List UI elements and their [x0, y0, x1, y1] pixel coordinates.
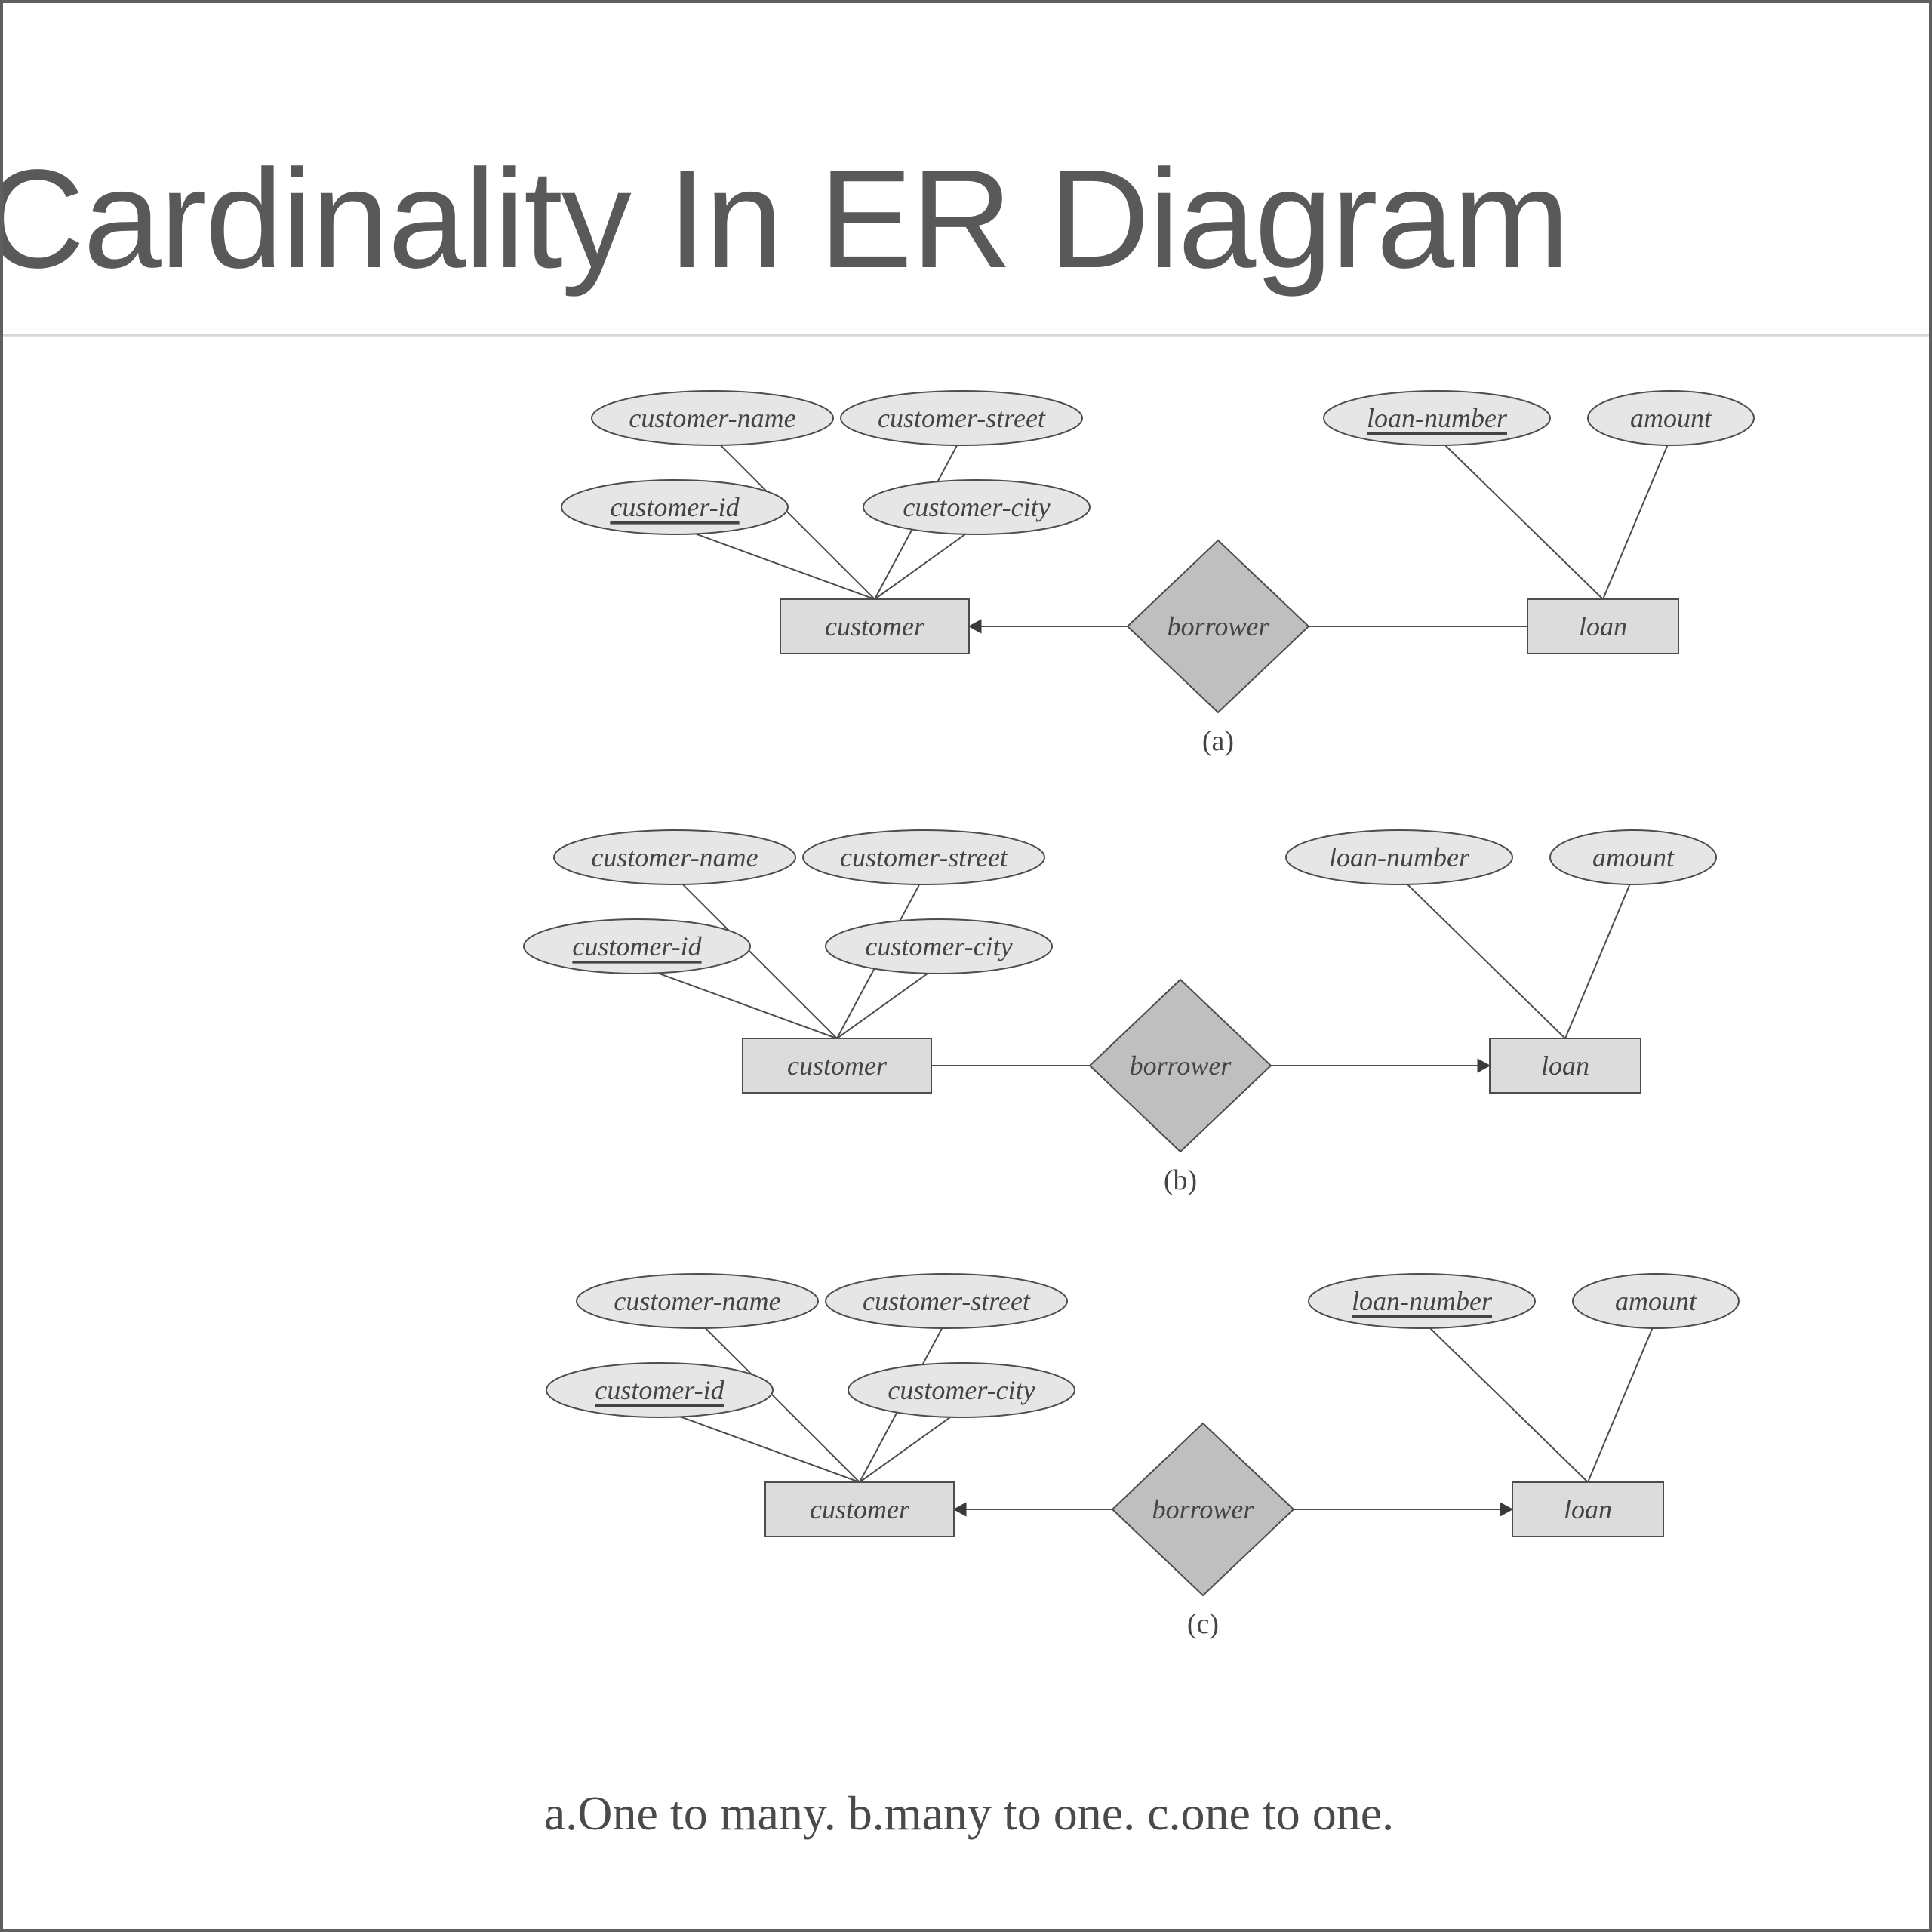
- connector-line: [1565, 876, 1633, 1038]
- attribute-label: customer-id: [572, 931, 702, 961]
- er-diagram-a: customer-name customer-street customer-id c…: [403, 373, 1792, 765]
- entity-label: customer: [825, 611, 925, 641]
- arrowhead-icon: [954, 1503, 966, 1516]
- connector-line: [1588, 1320, 1656, 1482]
- attribute-label: loan-number: [1329, 842, 1470, 872]
- attribute-label: customer-id: [595, 1375, 724, 1405]
- attribute-label: customer-name: [591, 842, 758, 872]
- attribute-label: loan-number: [1352, 1286, 1493, 1316]
- attribute-label: amount: [1615, 1286, 1697, 1316]
- attribute-label: customer-city: [888, 1375, 1035, 1405]
- arrowhead-icon: [1500, 1503, 1512, 1516]
- subcaption: (c): [1187, 1608, 1219, 1640]
- relationship-label: borrower: [1152, 1494, 1255, 1524]
- entity-label: loan: [1564, 1494, 1612, 1524]
- entity-label: loan: [1579, 611, 1627, 641]
- connector-line: [1437, 437, 1603, 599]
- subcaption: (a): [1202, 725, 1234, 757]
- connector-line: [1399, 876, 1565, 1038]
- title-underline: [3, 334, 1929, 337]
- attribute-label: customer-city: [865, 931, 1012, 961]
- entity-label: loan: [1541, 1051, 1589, 1081]
- er-diagram-c: customer-name customer-street customer-id c…: [388, 1256, 1777, 1648]
- attribute-label: amount: [1592, 842, 1675, 872]
- connector-line: [675, 526, 875, 599]
- attribute-label: customer-city: [903, 492, 1050, 522]
- attribute-label: customer-street: [840, 842, 1008, 872]
- attribute-label: customer-street: [878, 403, 1046, 433]
- connector-line: [637, 965, 837, 1038]
- connector-line: [875, 526, 977, 599]
- relationship-label: borrower: [1130, 1051, 1232, 1081]
- relationship-label: borrower: [1168, 611, 1270, 641]
- slide: Cardinality In ER Diagram customer-namec…: [0, 0, 1932, 1932]
- connector-line: [1422, 1320, 1588, 1482]
- connector-line: [837, 965, 939, 1038]
- caption-text: a.One to many. b.many to one. c.one to o…: [3, 1786, 1932, 1841]
- attribute-label: customer-name: [629, 403, 795, 433]
- subcaption: (b): [1164, 1164, 1197, 1196]
- entity-label: customer: [810, 1494, 910, 1524]
- slide-title: Cardinality In ER Diagram: [0, 139, 1568, 300]
- arrowhead-icon: [969, 620, 981, 633]
- attribute-label: customer-name: [614, 1286, 780, 1316]
- attribute-label: customer-street: [863, 1286, 1031, 1316]
- attribute-label: customer-id: [610, 492, 740, 522]
- arrowhead-icon: [1478, 1059, 1490, 1072]
- connector-line: [660, 1409, 860, 1482]
- entity-label: customer: [787, 1051, 888, 1081]
- er-diagram-b: customer-name customer-street customer-id c…: [365, 812, 1754, 1204]
- attribute-label: amount: [1630, 403, 1712, 433]
- connector-line: [860, 1409, 961, 1482]
- attribute-label: loan-number: [1367, 403, 1508, 433]
- connector-line: [1603, 437, 1671, 599]
